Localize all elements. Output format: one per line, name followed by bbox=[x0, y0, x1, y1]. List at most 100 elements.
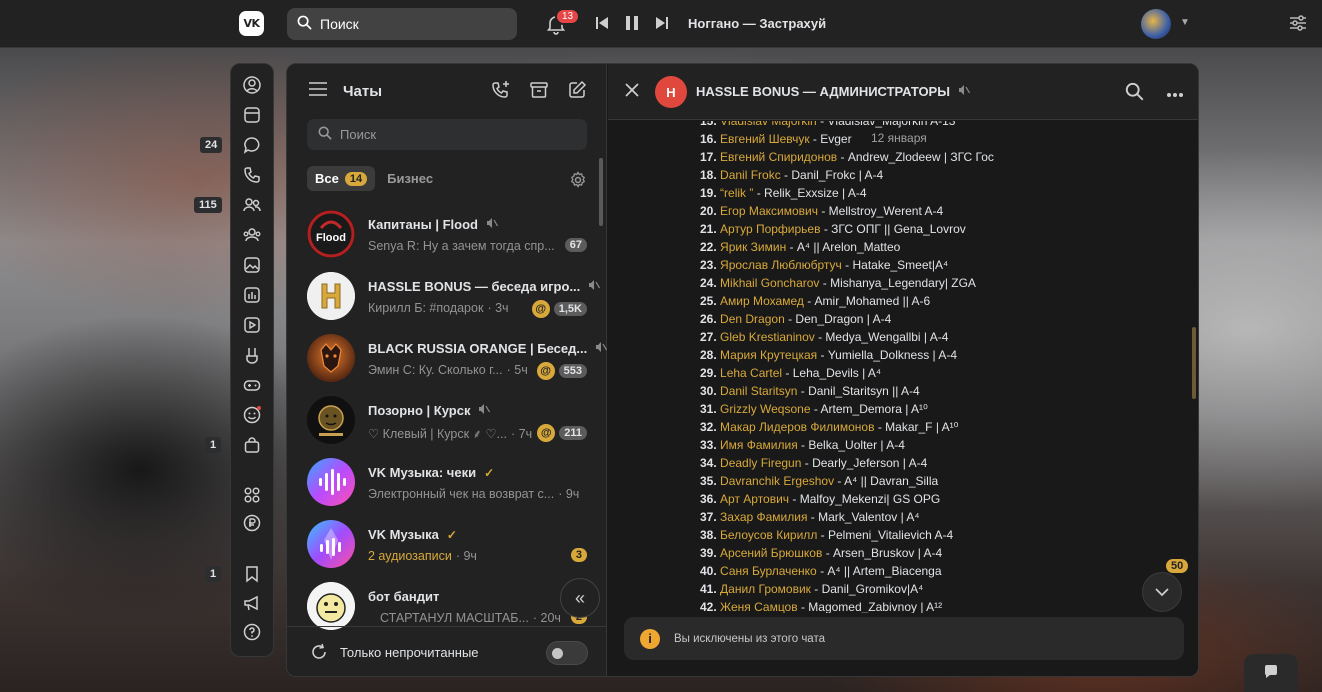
line-text: - Evger bbox=[809, 132, 852, 146]
user-link[interactable]: Артур Порфирьев bbox=[720, 222, 820, 236]
user-link[interactable]: Данил Громовик bbox=[720, 582, 811, 596]
chat-filters: Все 14 Бизнес bbox=[307, 166, 433, 191]
more-icon[interactable] bbox=[1166, 86, 1184, 101]
user-link[interactable]: Ярослав Люблюбртуч bbox=[720, 258, 842, 272]
user-avatar[interactable] bbox=[1141, 9, 1171, 39]
user-link[interactable]: Danil Frokc bbox=[720, 168, 781, 182]
conversation-avatar[interactable]: H bbox=[655, 76, 687, 108]
previous-track-icon[interactable] bbox=[593, 14, 611, 32]
user-link[interactable]: Ярик Зимин bbox=[720, 240, 786, 254]
messages-icon[interactable] bbox=[242, 135, 262, 155]
help-icon[interactable] bbox=[242, 622, 262, 642]
music-icon[interactable] bbox=[242, 285, 262, 305]
unread-below-badge: 50 bbox=[1166, 559, 1189, 573]
user-link[interactable]: Саня Бурлаченко bbox=[720, 564, 817, 578]
scroll-down-button[interactable] bbox=[1142, 572, 1182, 612]
current-track[interactable]: Ноггано — Застрахуй bbox=[688, 16, 826, 31]
video-icon[interactable] bbox=[242, 315, 262, 335]
line-text: - Makar_F | A¹⁰ bbox=[874, 420, 959, 434]
user-link[interactable]: Grizzly Weqsone bbox=[720, 402, 810, 416]
services-icon[interactable] bbox=[242, 485, 262, 505]
user-link[interactable]: Leha Cartel bbox=[720, 366, 782, 380]
chat-last-message: СТАРТАНУЛ МАСШТАБ... bbox=[380, 611, 529, 625]
side-counter: 115 bbox=[194, 197, 222, 213]
chat-item[interactable]: Позорно | Курск ♡ Клевый | Курск ⸙ ♡... ·… bbox=[287, 390, 607, 452]
user-link[interactable]: Имя Фамилия bbox=[720, 438, 798, 452]
pause-icon[interactable] bbox=[623, 14, 641, 32]
collapse-list-button[interactable]: « bbox=[560, 578, 600, 618]
profile-icon[interactable] bbox=[242, 75, 262, 95]
user-link[interactable]: “relik ” bbox=[720, 186, 753, 200]
message-line: 35. Davranchik Ergeshov - A⁴ || Davran_S… bbox=[700, 472, 994, 490]
chat-list: Чаты Поиск Все 14 Бизнес Flood Капитаны … bbox=[287, 64, 608, 676]
games-icon[interactable] bbox=[242, 375, 262, 395]
filter-all-tab[interactable]: Все 14 bbox=[307, 166, 376, 191]
chat-item[interactable]: VK Музыка ✓ 2 аудиозаписи · 9ч 3 bbox=[287, 514, 607, 576]
conversation-scrollbar[interactable] bbox=[1192, 327, 1196, 399]
unread-badge: 1,5K bbox=[553, 302, 587, 316]
top-search-input[interactable]: Поиск bbox=[287, 8, 517, 40]
user-link[interactable]: Deadly Firegun bbox=[720, 456, 801, 470]
only-unread-toggle[interactable] bbox=[546, 641, 588, 665]
unread-badge: 553 bbox=[558, 364, 587, 378]
user-link[interactable]: Белоусов Кирилл bbox=[720, 528, 817, 542]
communities-icon[interactable] bbox=[242, 225, 262, 245]
user-link[interactable]: Danil Staritsyn bbox=[720, 384, 797, 398]
user-link[interactable]: Евгений Спиридонов bbox=[720, 150, 837, 164]
message-line: 34. Deadly Firegun - Dearly_Jeferson | A… bbox=[700, 454, 994, 472]
user-link[interactable]: Егор Максимович bbox=[720, 204, 818, 218]
user-link[interactable]: Макар Лидеров Филимонов bbox=[720, 420, 874, 434]
chat-item[interactable]: Flood Капитаны | Flood Senya R: Ну а зач… bbox=[287, 204, 607, 266]
sliders-icon[interactable] bbox=[1289, 14, 1307, 35]
chat-item[interactable]: VK Музыка: чеки ✓ Электронный чек на возв… bbox=[287, 452, 607, 514]
user-link[interactable]: Vladislav Majorkin bbox=[720, 121, 817, 128]
photos-icon[interactable] bbox=[242, 255, 262, 275]
user-link[interactable]: Евгений Шевчук bbox=[720, 132, 810, 146]
chat-last-message: ♡ Клевый | Курск ⸙ ♡... bbox=[368, 427, 508, 441]
chat-bubble-button[interactable] bbox=[1244, 654, 1298, 692]
user-link[interactable]: Den Dragon bbox=[720, 312, 785, 326]
calls-icon[interactable] bbox=[242, 165, 262, 185]
advertising-icon[interactable] bbox=[242, 593, 262, 613]
chat-item[interactable]: HASSLE BONUS — беседа игро... Кирилл Б: … bbox=[287, 266, 607, 328]
user-link[interactable]: Захар Фамилия bbox=[720, 510, 807, 524]
user-link[interactable]: Арсений Брюшков bbox=[720, 546, 822, 560]
next-track-icon[interactable] bbox=[653, 14, 671, 32]
menu-icon[interactable] bbox=[309, 82, 327, 99]
user-link[interactable]: Gleb Krestianinov bbox=[720, 330, 815, 344]
user-link[interactable]: Davranchik Ergeshov bbox=[720, 474, 834, 488]
filter-business-tab[interactable]: Бизнес bbox=[387, 171, 433, 186]
clips-icon[interactable] bbox=[242, 345, 262, 365]
chat-avatar: Flood bbox=[307, 210, 355, 258]
svg-text:Flood: Flood bbox=[316, 232, 346, 244]
chat-search-input[interactable]: Поиск bbox=[307, 119, 587, 150]
compose-icon[interactable] bbox=[567, 80, 587, 103]
user-link[interactable]: Мария Крутецкая bbox=[720, 348, 817, 362]
friends-icon[interactable] bbox=[242, 195, 262, 215]
message-line: 38. Белоусов Кирилл - Pelmeni_Vitalievic… bbox=[700, 526, 994, 544]
user-link[interactable]: Mikhail Goncharov bbox=[720, 276, 819, 290]
add-call-icon[interactable] bbox=[491, 80, 511, 103]
chat-name: BLACK RUSSIA ORANGE | Бесед... bbox=[368, 341, 588, 356]
search-icon[interactable] bbox=[1125, 82, 1144, 104]
chevron-down-icon[interactable]: ▼ bbox=[1180, 17, 1190, 28]
payments-icon[interactable] bbox=[242, 513, 262, 533]
chat-time: · 5ч bbox=[506, 363, 528, 377]
line-number: 28. bbox=[700, 348, 717, 362]
chat-time: · 9ч bbox=[455, 549, 477, 563]
user-link[interactable]: Женя Самцов bbox=[720, 600, 798, 613]
stickers-icon[interactable] bbox=[242, 405, 262, 425]
bookmark-icon[interactable] bbox=[242, 564, 262, 584]
vk-logo[interactable]: VK bbox=[239, 11, 264, 36]
close-icon[interactable] bbox=[624, 82, 640, 101]
gear-icon[interactable] bbox=[569, 171, 587, 192]
user-link[interactable]: Арт Артович bbox=[720, 492, 789, 506]
chat-time: · 9ч bbox=[558, 487, 580, 501]
news-icon[interactable] bbox=[242, 105, 262, 125]
conversation: H HASSLE BONUS — АДМИНИСТРАТОРЫ 15. Vlad… bbox=[608, 64, 1198, 676]
user-link[interactable]: Амир Мохамед bbox=[720, 294, 804, 308]
shop-icon[interactable] bbox=[242, 435, 262, 455]
message-line: 31. Grizzly Weqsone - Artem_Demora | A¹⁰ bbox=[700, 400, 994, 418]
archive-icon[interactable] bbox=[529, 80, 549, 103]
chat-item[interactable]: BLACK RUSSIA ORANGE | Бесед... Эмин С: К… bbox=[287, 328, 608, 390]
